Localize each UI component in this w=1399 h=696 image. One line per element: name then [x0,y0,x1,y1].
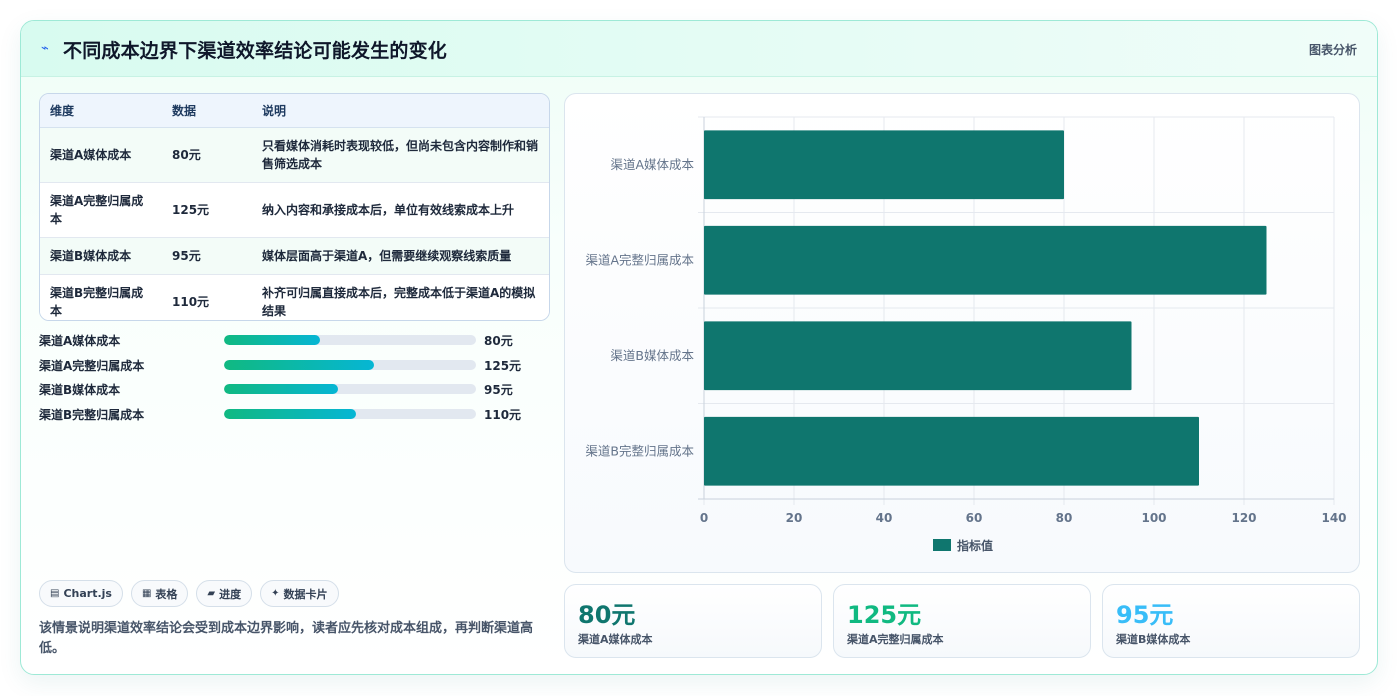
chip-data-card[interactable]: ✦ 数据卡片 [260,580,339,607]
progress-fill [224,408,356,419]
panel-header: ⌁ 不同成本边界下渠道效率结论可能发生的变化 图表分析 [21,21,1377,77]
table-cell: 95元 [162,237,252,275]
progress-row: 渠道B媒体成本 95元 [39,381,550,406]
y-tick-label: 渠道B完整归属成本 [585,443,694,458]
bar [704,225,1267,295]
chip-chartjs[interactable]: ▤ Chart.js [39,580,123,607]
table-cell: 纳入内容和承接成本后，单位有效线索成本上升 [252,182,549,238]
table-cell: 110元 [172,294,210,309]
bar-chart-card: 渠道A媒体成本渠道A完整归属成本渠道B媒体成本渠道B完整归属成本 0 20 40 60 8… [564,93,1360,573]
stat-value: 125元 [847,601,922,629]
progress-value: 110元 [484,407,522,422]
table-header-cell: 维度 [40,94,162,128]
stat-label: 渠道A媒体成本 [578,633,653,646]
progress-row: 渠道A媒体成本 80元 [39,332,550,357]
progress-track [224,384,476,394]
bar-chart: 渠道A媒体成本渠道A完整归属成本渠道B媒体成本渠道B完整归属成本 0 20 40 60 8… [585,116,1347,553]
card-icon: ✦ [271,588,280,599]
table-header-row: 维度 数据 说明 [40,94,549,128]
x-tick-label: 140 [1321,511,1346,525]
chip-label: 数据卡片 [283,587,328,601]
bar [704,321,1132,391]
y-tick-label: 渠道A媒体成本 [610,157,694,172]
bar [704,130,1064,200]
progress-value: 95元 [484,383,513,397]
stat-value: 80元 [578,601,636,629]
chip-label: Chart.js [63,587,112,600]
x-tick-label: 60 [966,511,983,525]
header-tag: 图表分析 [1308,43,1357,57]
table-row: 渠道A媒体成本 80元 只看媒体消耗时表现较低，但尚未包含内容制作和销售筛选成本 [40,127,549,183]
stat-value: 95元 [1116,601,1174,629]
x-tick-label: 40 [876,511,893,525]
bar [704,416,1199,486]
chart-icon: ▤ [50,588,60,599]
table-cell: 补齐可归属直接成本后，完整成本低于渠道A的模拟结果 [262,285,536,318]
x-tick-label: 0 [700,511,708,525]
legend-swatch [933,539,951,551]
progress-track [224,335,476,345]
table-row: 渠道A完整归属成本 125元 纳入内容和承接成本后，单位有效线索成本上升 [40,182,549,238]
progress-track [224,359,476,370]
summary-note: 该情景说明渠道效率结论会受到成本边界影响，读者应先核对成本组成，再判断渠道高低。 [39,621,534,656]
progress-label: 渠道B媒体成本 [39,383,121,397]
table-cell: 125元 [162,182,252,238]
stat-label: 渠道B媒体成本 [1116,633,1191,646]
table-cell: 渠道B媒体成本 [40,237,162,275]
x-tick-label: 100 [1141,511,1166,525]
table-cell: 渠道A媒体成本 [40,127,162,183]
data-table-card: 维度 数据 说明 渠道A媒体成本 80元 只看媒体消耗时表现较低，但尚未包含内容… [39,93,550,321]
table-header-cell: 说明 [252,94,549,128]
progress-row: 渠道A完整归属成本 125元 [39,357,550,382]
chip-label: 进度 [219,587,242,601]
stat-card: 80元 渠道A媒体成本 [564,584,822,658]
progress-fill [224,335,320,345]
progress-fill [224,384,338,394]
x-tick-label: 20 [786,511,803,525]
progress-value: 80元 [484,334,513,348]
chip-label: 表格 [155,587,178,601]
dashboard-panel: ⌁ 不同成本边界下渠道效率结论可能发生的变化 图表分析 维度 数据 说明 渠道A… [20,20,1378,675]
y-tick-label: 渠道A完整归属成本 [585,252,694,267]
progress-label: 渠道A媒体成本 [39,334,121,348]
progress-icon: ▰ [207,588,216,599]
progress-track [224,408,476,419]
progress-label: 渠道B完整归属成本 [39,407,145,422]
progress-value: 125元 [484,358,522,373]
table-header-cell: 数据 [162,94,252,128]
chip-row: ▤ Chart.js ▦ 表格 ▰ 进度 ✦ 数据卡片 [39,580,339,607]
table-row: 渠道B媒体成本 95元 媒体层面高于渠道A，但需要继续观察线索质量 [40,237,549,275]
sparkle-icon: ⌁ [41,41,49,56]
x-tick-label: 80 [1056,511,1073,525]
chip-table[interactable]: ▦ 表格 [130,580,189,607]
y-tick-label: 渠道B媒体成本 [610,348,694,363]
progress-label: 渠道A完整归属成本 [39,358,145,373]
legend-label: 指标值 [957,538,993,553]
table-cell: 只看媒体消耗时表现较低，但尚未包含内容制作和销售筛选成本 [252,127,549,183]
stat-label: 渠道A完整归属成本 [847,633,944,646]
stat-card: 95元 渠道B媒体成本 [1102,584,1360,658]
progress-list: 渠道A媒体成本 80元 渠道A完整归属成本 125元 渠道B媒体成本 95元 渠… [39,332,550,430]
progress-fill [224,359,374,370]
table-cell: 渠道A完整归属成本 [40,182,162,238]
chip-progress[interactable]: ▰ 进度 [196,580,253,607]
table-cell: 渠道B完整归属成本 [50,285,144,318]
table-cell: 80元 [162,127,252,183]
stat-card: 125元 渠道A完整归属成本 [833,584,1091,658]
data-table: 维度 数据 说明 渠道A媒体成本 80元 只看媒体消耗时表现较低，但尚未包含内容… [40,94,549,320]
table-row: 渠道B完整归属成本 110元 补齐可归属直接成本后，完整成本低于渠道A的模拟结果 [40,274,549,320]
x-tick-label: 120 [1231,511,1256,525]
progress-row: 渠道B完整归属成本 110元 [39,406,550,431]
table-icon: ▦ [141,588,152,599]
table-cell: 媒体层面高于渠道A，但需要继续观察线索质量 [252,237,549,275]
page-title: 不同成本边界下渠道效率结论可能发生的变化 [63,40,448,62]
